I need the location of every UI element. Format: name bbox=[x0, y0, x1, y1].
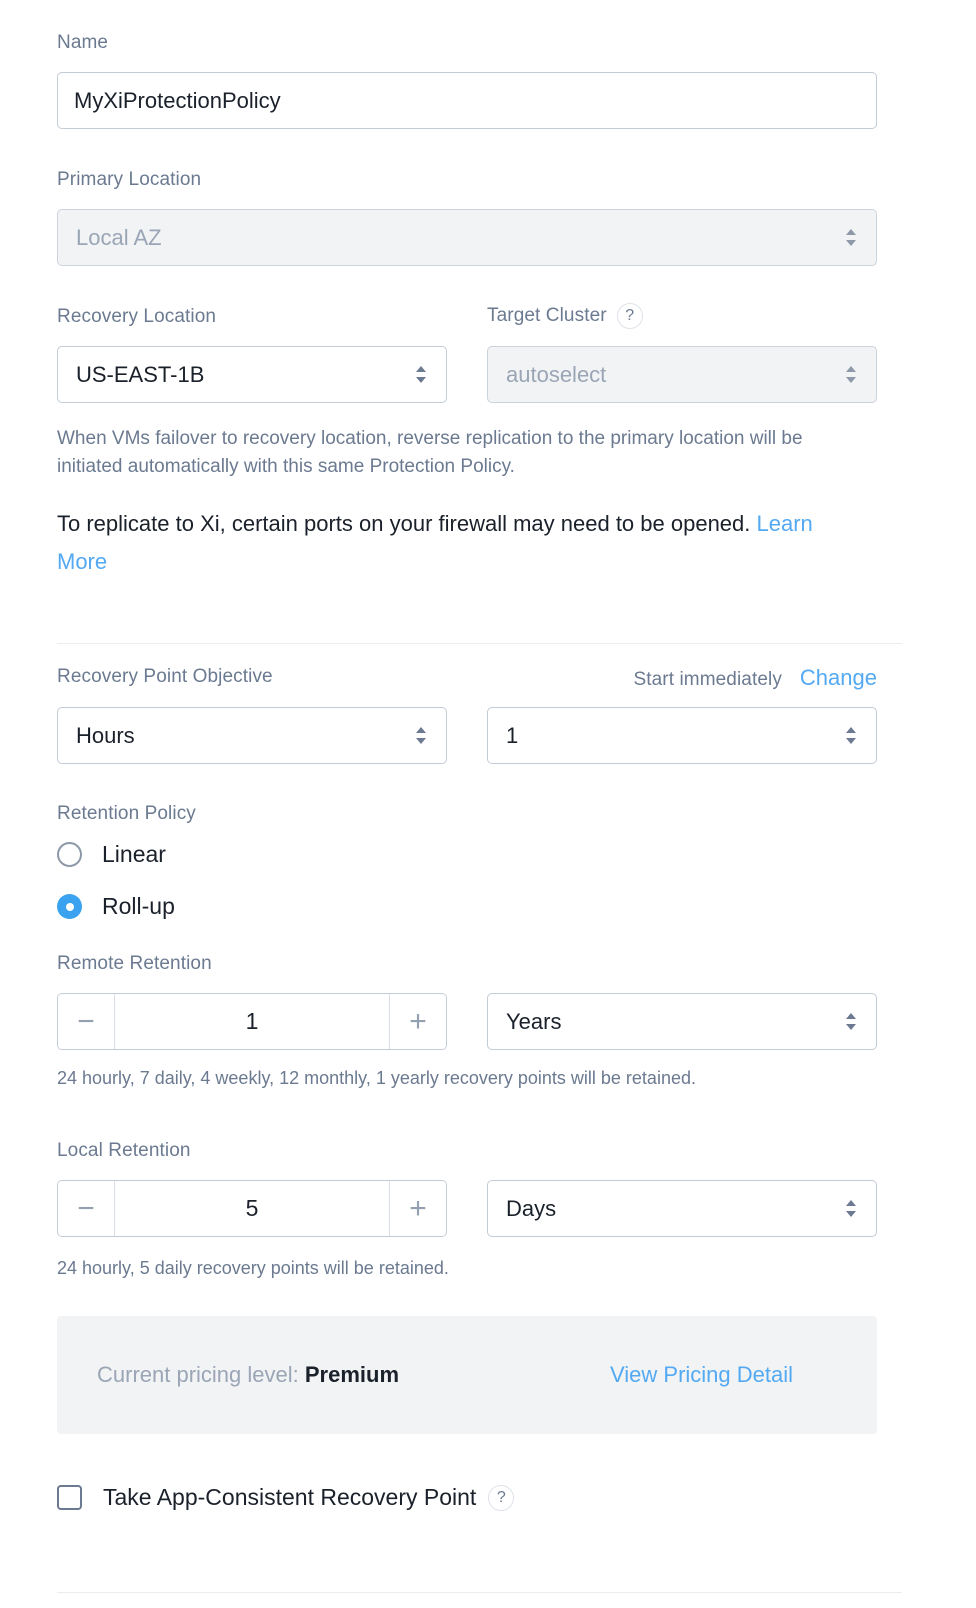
question-mark-icon[interactable]: ? bbox=[488, 1484, 515, 1511]
pricing-bar: Current pricing level: Premium View Pric… bbox=[57, 1316, 877, 1434]
remote-retention-unit-select[interactable]: Years bbox=[487, 993, 877, 1050]
chevron-updown-icon bbox=[844, 362, 858, 388]
rpo-change-link[interactable]: Change bbox=[800, 665, 877, 691]
plus-icon[interactable]: + bbox=[389, 1181, 446, 1236]
pricing-level-text: Current pricing level: Premium bbox=[97, 1362, 399, 1388]
section-divider-bottom bbox=[57, 1592, 902, 1593]
recovery-location-label: Recovery Location bbox=[57, 306, 217, 327]
retention-policy-label: Retention Policy bbox=[57, 803, 196, 824]
recovery-location-value: US-EAST-1B bbox=[76, 361, 205, 387]
rpo-unit-select[interactable]: Hours bbox=[57, 707, 447, 764]
failover-note: When VMs failover to recovery location, … bbox=[57, 428, 803, 477]
name-label: Name bbox=[57, 32, 109, 53]
chevron-updown-icon bbox=[414, 362, 428, 388]
app-consistent-label: Take App-Consistent Recovery Point bbox=[103, 1484, 477, 1510]
name-input[interactable]: MyXiProtectionPolicy bbox=[57, 72, 877, 129]
checkbox-indicator[interactable] bbox=[57, 1485, 82, 1510]
section-divider-top bbox=[57, 643, 902, 644]
remote-retention-helper: 24 hourly, 7 daily, 4 weekly, 12 monthly… bbox=[57, 1068, 696, 1088]
target-cluster-value: autoselect bbox=[506, 361, 607, 387]
radio-indicator bbox=[57, 842, 82, 867]
radio-indicator bbox=[57, 894, 82, 919]
app-consistent-checkbox-row[interactable]: Take App-Consistent Recovery Point ? bbox=[57, 1484, 515, 1511]
chevron-updown-icon bbox=[844, 723, 858, 749]
name-input-value: MyXiProtectionPolicy bbox=[74, 87, 281, 113]
local-retention-stepper[interactable]: − 5 + bbox=[57, 1180, 447, 1237]
rpo-label: Recovery Point Objective bbox=[57, 666, 273, 687]
chevron-updown-icon bbox=[844, 1196, 858, 1222]
view-pricing-detail-link[interactable]: View Pricing Detail bbox=[610, 1362, 793, 1388]
local-retention-helper: 24 hourly, 5 daily recovery points will … bbox=[57, 1258, 449, 1278]
primary-location-select[interactable]: Local AZ bbox=[57, 209, 877, 266]
target-cluster-label-group: Target Cluster ? bbox=[487, 303, 643, 329]
local-retention-label: Local Retention bbox=[57, 1140, 191, 1161]
local-retention-unit-select[interactable]: Days bbox=[487, 1180, 877, 1237]
question-mark-icon[interactable]: ? bbox=[616, 303, 643, 329]
chevron-updown-icon bbox=[844, 225, 858, 251]
protection-policy-form: Name MyXiProtectionPolicy Primary Locati… bbox=[0, 0, 976, 1608]
target-cluster-select[interactable]: autoselect bbox=[487, 346, 877, 403]
recovery-location-select[interactable]: US-EAST-1B bbox=[57, 346, 447, 403]
minus-icon[interactable]: − bbox=[58, 1181, 115, 1236]
rpo-schedule-text: Start immediately bbox=[633, 669, 782, 690]
rpo-unit-value: Hours bbox=[76, 722, 135, 748]
radio-label: Linear bbox=[102, 841, 166, 867]
firewall-note-text: To replicate to Xi, certain ports on you… bbox=[57, 511, 751, 536]
radio-label: Roll-up bbox=[102, 893, 175, 919]
rpo-schedule-group: Start immediately Change bbox=[487, 665, 877, 692]
radio-option-linear[interactable]: Linear bbox=[57, 841, 166, 868]
remote-retention-value[interactable]: 1 bbox=[115, 994, 389, 1049]
primary-location-label: Primary Location bbox=[57, 169, 202, 190]
local-retention-value[interactable]: 5 bbox=[115, 1181, 389, 1236]
firewall-note: To replicate to Xi, certain ports on you… bbox=[57, 505, 847, 581]
remote-retention-unit-value: Years bbox=[506, 1008, 562, 1034]
chevron-updown-icon bbox=[844, 1009, 858, 1035]
primary-location-value: Local AZ bbox=[76, 224, 162, 250]
plus-icon[interactable]: + bbox=[389, 994, 446, 1049]
radio-option-rollup[interactable]: Roll-up bbox=[57, 893, 175, 920]
rpo-count-select[interactable]: 1 bbox=[487, 707, 877, 764]
target-cluster-label: Target Cluster bbox=[487, 305, 607, 326]
pricing-prefix: Current pricing level: bbox=[97, 1362, 299, 1387]
minus-icon[interactable]: − bbox=[58, 994, 115, 1049]
pricing-level-value: Premium bbox=[304, 1362, 400, 1387]
rpo-count-value: 1 bbox=[506, 722, 519, 748]
remote-retention-label: Remote Retention bbox=[57, 953, 212, 974]
remote-retention-stepper[interactable]: − 1 + bbox=[57, 993, 447, 1050]
chevron-updown-icon bbox=[414, 723, 428, 749]
local-retention-unit-value: Days bbox=[506, 1195, 557, 1221]
